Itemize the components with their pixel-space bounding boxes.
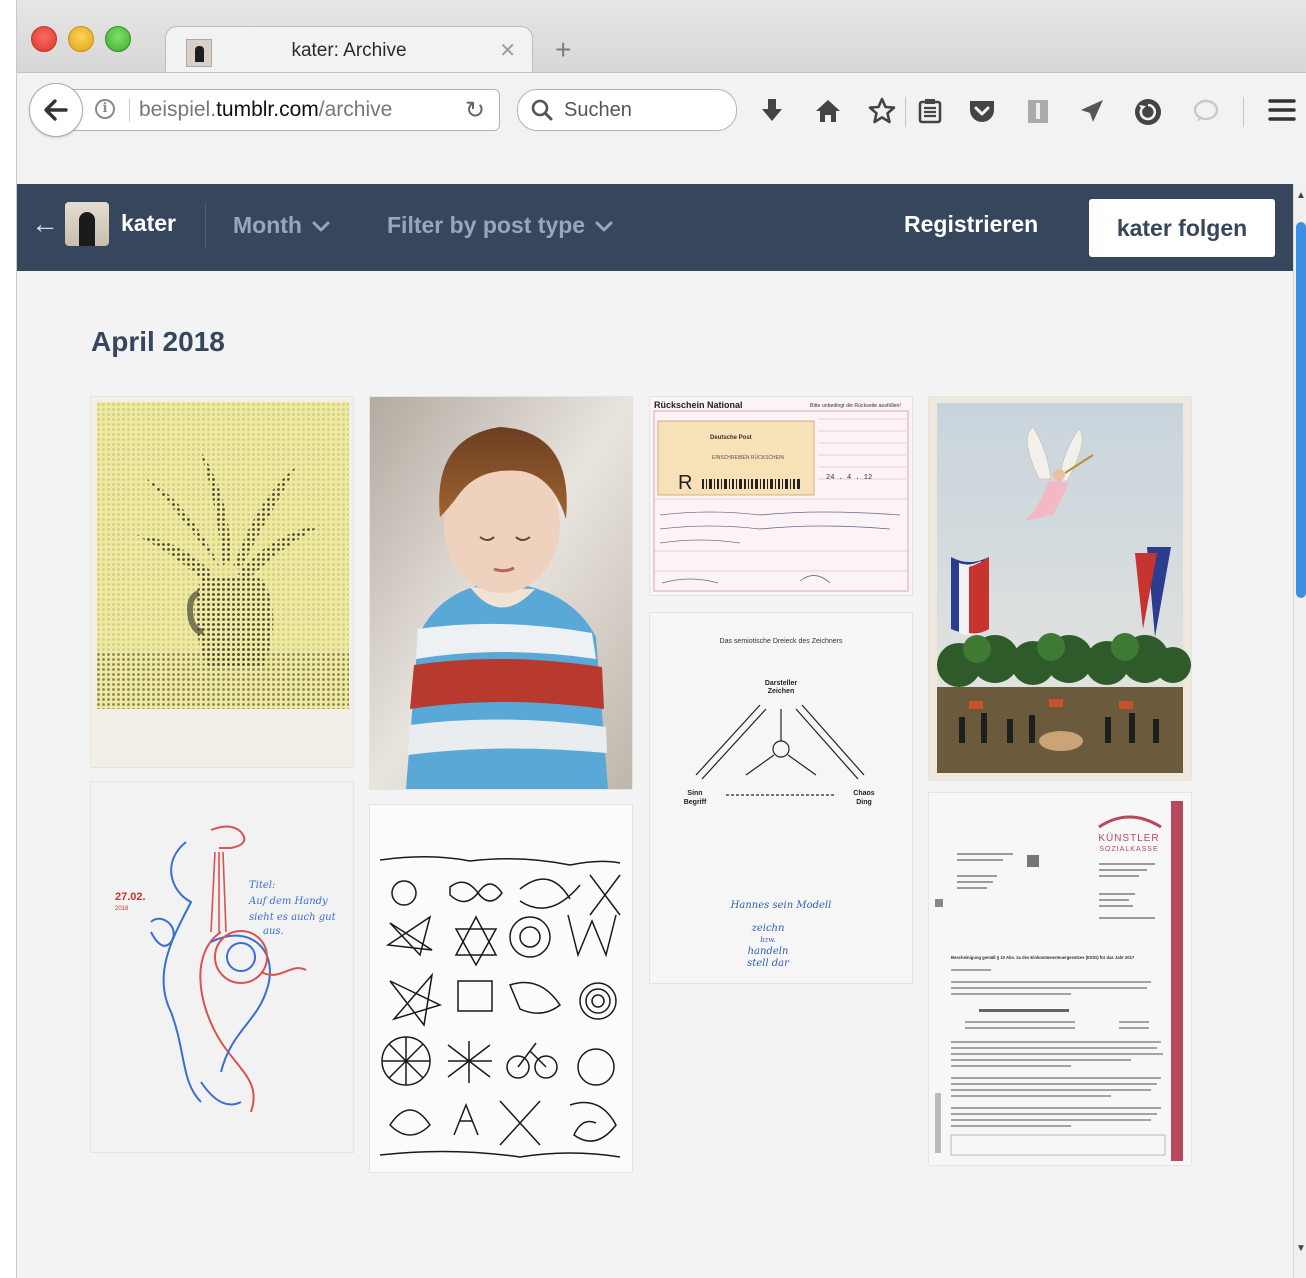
scroll-up-arrow-icon[interactable]: ▲ [1296,190,1306,201]
search-placeholder: Suchen [564,99,632,121]
scroll-thumb[interactable] [1296,222,1306,598]
form-title: Rückschein National [654,400,743,410]
chat-icon[interactable] [1191,97,1221,125]
diagram-top-label: Darsteller [765,680,798,687]
post-naive-painting[interactable] [929,397,1191,780]
ksk-heading: Bescheinigung gemäß § 10 Abs. 2a des Ein… [951,955,1135,960]
home-icon[interactable] [813,97,843,125]
diagram-title: Das semiotische Dreieck des Zeichners [720,638,843,645]
reading-list-icon[interactable] [915,97,945,125]
back-to-blog-icon[interactable]: ← [31,208,59,240]
url-text[interactable]: beispiel.tumblr.com/archive [139,98,392,122]
register-link[interactable]: Registrieren [904,211,1038,238]
drawing-caption-line: Titel: [249,880,275,891]
month-dropdown-label: Month [233,212,302,238]
bookmark-star-icon[interactable] [867,97,897,125]
download-icon[interactable] [757,97,787,125]
scrollbar[interactable]: ▲ ▼ [1293,184,1306,1278]
new-tab-button[interactable]: + [555,34,571,66]
post-ksk-letter[interactable]: KÜNSTLER SOZIALKASSE Bescheinigung gemäß… [929,793,1191,1165]
month-heading: April 2018 [91,326,225,357]
close-tab-icon[interactable]: ✕ [499,38,516,63]
menu-icon[interactable] [1267,97,1297,125]
diagram-right-label: Chaos [853,790,875,797]
post-rueckschein[interactable]: Rückschein National Bitte unbedingt die … [650,397,912,595]
drawing-year: 2018 [115,906,129,912]
drawing-caption-line: aus. [263,926,284,937]
reload-icon[interactable]: ↻ [465,96,485,125]
handwritten-note: Hannes sein Modell [730,900,832,911]
chevron-down-icon [312,221,330,232]
handwritten-note: bzw. [760,936,776,944]
month-dropdown[interactable]: Month [233,212,330,239]
toolbar-separator [905,97,906,127]
ksk-logo-line: KÜNSTLER [1098,832,1159,844]
archive-header: ← kater Month Filter by post type Regist… [17,184,1293,271]
form-note: Bitte unbedingt die Rückseite ausfüllen! [810,403,901,409]
tab-strip: kater: Archive ✕ + [17,0,1306,75]
scroll-down-arrow-icon[interactable]: ▼ [1296,1243,1306,1254]
post-sketch-page[interactable] [370,805,632,1172]
info-icon[interactable]: i [95,99,115,119]
back-arrow-icon [44,99,68,121]
handwritten-note: zeichn [751,923,785,934]
diagram-right-label: Ding [856,799,872,806]
zoom-window-button[interactable] [105,26,131,52]
form-sender: Deutsche Post [710,435,752,441]
form-date: 24 . 4 . 12 [826,474,872,482]
send-icon[interactable] [1077,97,1107,125]
drawing-date: 27.02. [115,891,146,903]
form-letter: R [678,472,692,494]
toolbar-separator [1243,97,1244,127]
header-divider [205,202,206,248]
search-icon [531,99,553,121]
diagram-top-label: Zeichen [768,688,794,695]
close-window-button[interactable] [31,26,57,52]
pocket-icon[interactable] [967,97,997,125]
handwritten-note: handeln [748,946,789,957]
post-type-dropdown-label: Filter by post type [387,212,586,238]
chevron-down-icon [595,221,613,232]
navigation-toolbar: i beispiel.tumblr.com/archive ↻ Suchen [17,72,1306,185]
blog-name[interactable]: kater [121,210,176,237]
diagram-left-label: Begriff [684,799,707,806]
avatar[interactable] [65,202,109,246]
post-blue-red-drawing[interactable]: 27.02. 2018 Titel: Auf dem Handy sieht e… [91,782,353,1152]
handwritten-note: stell dar [747,958,790,969]
back-button[interactable] [29,83,83,137]
url-separator [129,98,130,122]
drawing-caption-line: sieht es auch gut [249,912,337,923]
form-stamp: EINSCHREIBEN RÜCKSCHEIN [712,454,784,461]
post-vase-halftone[interactable] [91,397,353,767]
library-icon[interactable] [1023,97,1053,125]
tab-active[interactable]: kater: Archive ✕ [165,26,533,75]
post-child-striped-shirt[interactable] [370,397,632,789]
minimize-window-button[interactable] [68,26,94,52]
sync-icon[interactable] [1133,97,1163,125]
browser-window: kater: Archive ✕ + i beispiel.tumblr.com… [16,0,1306,1278]
search-bar[interactable]: Suchen [517,89,737,131]
url-bar[interactable]: i beispiel.tumblr.com/archive ↻ [73,89,500,131]
follow-button[interactable]: kater folgen [1089,199,1275,257]
diagram-left-label: Sinn [687,790,702,797]
drawing-caption-line: Auf dem Handy [248,896,328,907]
tab-title: kater: Archive [291,40,407,61]
ksk-logo-line: SOZIALKASSE [1099,846,1158,853]
post-type-dropdown[interactable]: Filter by post type [387,212,613,239]
post-semiotic-triangle[interactable]: Das semiotische Dreieck des Zeichners Da… [650,613,912,983]
